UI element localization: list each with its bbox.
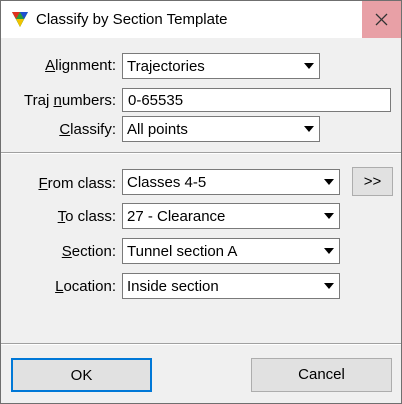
window-title: Classify by Section Template xyxy=(36,11,228,28)
alignment-label: Alignment: xyxy=(45,57,116,74)
dropdown-arrow-icon[interactable] xyxy=(300,119,317,139)
close-icon xyxy=(375,13,388,26)
dropdown-arrow-icon[interactable] xyxy=(320,241,337,261)
location-value: Inside section xyxy=(127,278,219,295)
traj-numbers-field[interactable] xyxy=(122,88,391,112)
section-label: Section: xyxy=(61,243,116,260)
section-combo[interactable]: Tunnel section A xyxy=(122,238,340,264)
dropdown-arrow-icon[interactable] xyxy=(320,276,337,296)
cancel-button[interactable]: Cancel xyxy=(251,358,392,392)
footer-divider xyxy=(1,343,401,345)
to-class-label: To class: xyxy=(57,208,116,225)
from-class-label: From class: xyxy=(38,175,116,192)
dropdown-arrow-icon[interactable] xyxy=(320,206,337,226)
app-icon xyxy=(12,12,28,27)
dialog-window: Classify by Section Template Alignment: … xyxy=(0,0,402,404)
title-bar[interactable]: Classify by Section Template xyxy=(1,1,401,38)
to-class-combo[interactable]: 27 - Clearance xyxy=(122,203,340,229)
traj-numbers-label: Traj numbers: xyxy=(24,92,116,109)
classify-label: Classify: xyxy=(59,121,116,138)
section-value: Tunnel section A xyxy=(127,243,238,260)
alignment-value: Trajectories xyxy=(127,58,205,75)
alignment-combo[interactable]: Trajectories xyxy=(122,53,320,79)
dropdown-arrow-icon[interactable] xyxy=(300,56,317,76)
from-class-value: Classes 4-5 xyxy=(127,174,207,191)
ok-button[interactable]: OK xyxy=(11,358,152,392)
to-class-value: 27 - Clearance xyxy=(127,208,226,225)
location-combo[interactable]: Inside section xyxy=(122,273,340,299)
classify-combo[interactable]: All points xyxy=(122,116,320,142)
location-label: Location: xyxy=(55,278,116,295)
from-class-combo[interactable]: Classes 4-5 xyxy=(122,169,340,195)
more-button[interactable]: >> xyxy=(352,167,393,196)
traj-numbers-input[interactable] xyxy=(123,89,390,111)
dropdown-arrow-icon[interactable] xyxy=(320,172,337,192)
close-button[interactable] xyxy=(362,1,401,38)
section-divider xyxy=(1,152,401,154)
classify-value: All points xyxy=(127,121,188,138)
